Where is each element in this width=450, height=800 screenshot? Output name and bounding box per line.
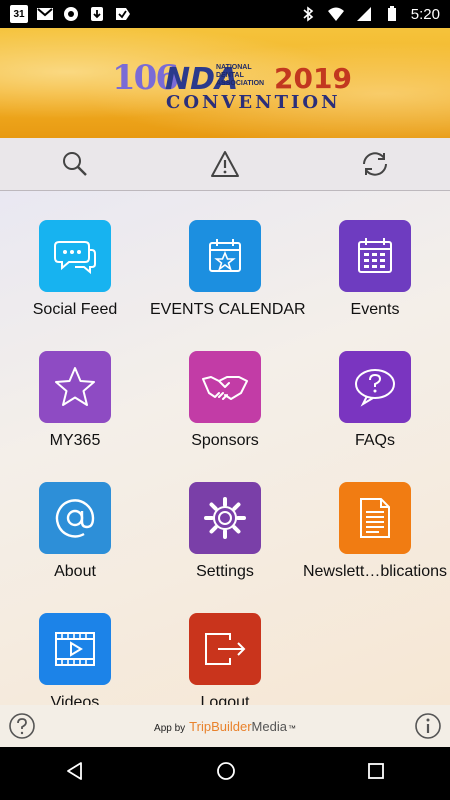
- convention-banner: 106 NDA NATIONAL DENTAL ASSOCIATION 2019…: [0, 28, 450, 138]
- back-button[interactable]: [65, 761, 85, 786]
- tile-videos[interactable]: Videos: [0, 584, 150, 705]
- star-icon: [55, 367, 95, 406]
- sync-icon: [363, 152, 387, 176]
- brand-name-a: TripBuilder: [189, 718, 252, 734]
- tile-label: Sponsors: [191, 432, 259, 449]
- tile-label: EVENTS CALENDAR: [150, 301, 306, 318]
- toolbar: [0, 138, 450, 191]
- logout-icon: [205, 633, 246, 665]
- tile-about[interactable]: About: [0, 453, 150, 584]
- tile-settings[interactable]: Settings: [150, 453, 300, 584]
- tile-icon-bg: [339, 482, 411, 554]
- system-nav-bar: [0, 747, 450, 800]
- tile-social-feed[interactable]: Social Feed: [0, 191, 150, 322]
- tile-my365[interactable]: MY365: [0, 322, 150, 453]
- brand-trademark: ™: [287, 723, 296, 733]
- search-button[interactable]: [0, 138, 150, 190]
- tile-events-calendar[interactable]: EVENTS CALENDAR: [150, 191, 306, 322]
- status-time: 5:20: [410, 5, 440, 23]
- tile-events[interactable]: Events: [300, 191, 450, 322]
- tile-label: Videos: [50, 694, 100, 705]
- footer: App by TripBuilder Media ™: [0, 705, 450, 747]
- tile-icon-bg: [339, 220, 411, 292]
- at-sign-icon: [55, 499, 95, 538]
- tile-label: Newslett…blications: [302, 563, 448, 580]
- alerts-button[interactable]: [150, 138, 300, 190]
- handshake-icon: [202, 376, 248, 400]
- signal-icon: [356, 7, 371, 21]
- tile-icon-bg: [339, 351, 411, 423]
- tile-icon-bg: [189, 351, 261, 423]
- document-icon: [360, 498, 390, 538]
- tile-icon-bg: [189, 220, 261, 292]
- tile-icon-bg: [39, 220, 111, 292]
- menu-grid: Social Feed EVENTS CALENDAR Events MY365…: [0, 191, 450, 705]
- battery-icon: [387, 6, 396, 21]
- banner-year: 2019: [274, 62, 352, 95]
- home-button[interactable]: [216, 761, 236, 786]
- tile-logout[interactable]: Logout: [150, 584, 300, 705]
- tile-label: Events: [350, 301, 400, 318]
- tile-label: Social Feed: [32, 301, 118, 318]
- help-button[interactable]: [8, 712, 36, 745]
- chat-bubbles-icon: [54, 241, 96, 275]
- bluetooth-icon: [303, 6, 314, 22]
- info-button[interactable]: [414, 712, 442, 745]
- gear-icon: [204, 497, 246, 539]
- banner-org-full: NATIONAL DENTAL ASSOCIATION: [216, 64, 265, 87]
- calendar-grid-icon: [358, 238, 392, 273]
- gmail-icon: [37, 8, 53, 20]
- info-icon: [415, 713, 441, 739]
- tile-icon-bg: [189, 613, 261, 685]
- home-icon: [217, 762, 235, 780]
- footer-brand: App by TripBuilder Media ™: [154, 719, 296, 734]
- tile-icon-bg: [39, 613, 111, 685]
- tile-label: Settings: [196, 563, 254, 580]
- search-icon: [63, 152, 87, 176]
- tile-faqs[interactable]: FAQs: [300, 322, 450, 453]
- wifi-icon: [327, 7, 344, 21]
- check-tag-icon: [116, 8, 130, 20]
- tile-label: Logout: [200, 694, 250, 705]
- status-bar: 31 5:20: [0, 0, 450, 28]
- download-icon: [91, 7, 103, 21]
- back-icon: [67, 762, 83, 780]
- tile-label: About: [54, 563, 96, 580]
- photos-icon: [64, 7, 78, 21]
- tile-sponsors[interactable]: Sponsors: [150, 322, 300, 453]
- help-icon: [9, 713, 35, 739]
- brand-name-b: Media: [251, 718, 287, 734]
- tile-label: FAQs: [354, 432, 395, 449]
- calendar-star-icon: [209, 239, 241, 272]
- tile-label: MY365: [49, 432, 101, 449]
- tile-icon-bg: [39, 351, 111, 423]
- tile-icon-bg: [189, 482, 261, 554]
- warning-icon: [211, 151, 239, 177]
- recents-icon: [367, 763, 384, 779]
- film-play-icon: [55, 632, 95, 666]
- sync-button[interactable]: [300, 138, 450, 190]
- app-by-text: App by: [154, 722, 186, 734]
- calendar-icon: 31: [10, 5, 28, 23]
- tile-icon-bg: [39, 482, 111, 554]
- question-bubble-icon: [355, 369, 395, 407]
- banner-event: CONVENTION: [166, 92, 341, 113]
- recents-button[interactable]: [367, 762, 385, 785]
- tile-newsletters-publications[interactable]: Newslett…blications: [300, 453, 450, 584]
